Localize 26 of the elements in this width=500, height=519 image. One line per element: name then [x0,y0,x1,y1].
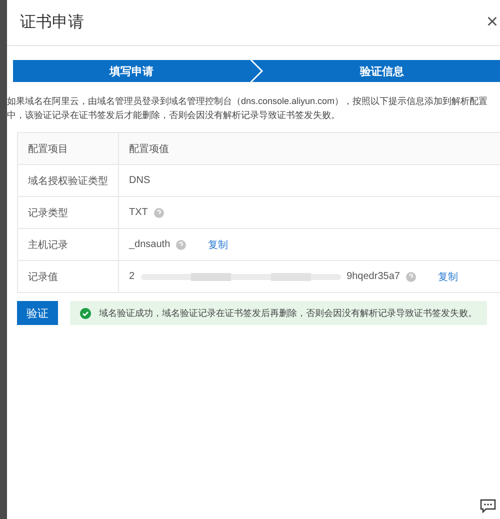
step-label: 验证信息 [358,64,405,80]
verify-button[interactable]: 验证 [17,301,58,325]
help-icon [176,240,186,250]
dialog-title: 证书申请 [20,12,84,33]
step-label: 填写申请 [108,64,154,80]
close-button[interactable]: × [484,11,500,34]
record-value: TXT [129,207,148,218]
chat-icon[interactable] [480,499,496,513]
step-separator-icon [250,60,264,82]
copy-link[interactable]: 复制 [438,270,458,284]
help-icon [406,272,416,282]
help-icon [154,208,164,218]
record-value: 9hqedr35a7 [346,271,400,282]
column-header: 配置项值 [118,132,500,164]
table-cell: 主机记录 [18,228,118,260]
table-cell: 域名授权验证类型 [18,164,118,196]
record-value: _dnsauth [129,239,170,250]
table-cell: 记录值 [18,260,118,292]
record-value: 2 [129,271,135,282]
success-message: 域名验证成功，域名验证记录在证书签发后再删除，否则会因没有解析记录导致证书签发失败。 [99,306,477,320]
copy-link[interactable]: 复制 [208,238,228,252]
record-value: DNS [129,175,150,186]
column-header: 配置项目 [18,132,118,164]
table-cell: 记录类型 [18,196,118,228]
success-icon [80,308,91,318]
notice-text: 如果域名在阿里云，由域名管理员登录到域名管理控制台（dns.console.aliyun.com），按照以下提示信息添加到解析配置中，该验证记录在证书签发后才能删除，否则会因没有解析记录导致证书签发失败。 [7,95,489,122]
